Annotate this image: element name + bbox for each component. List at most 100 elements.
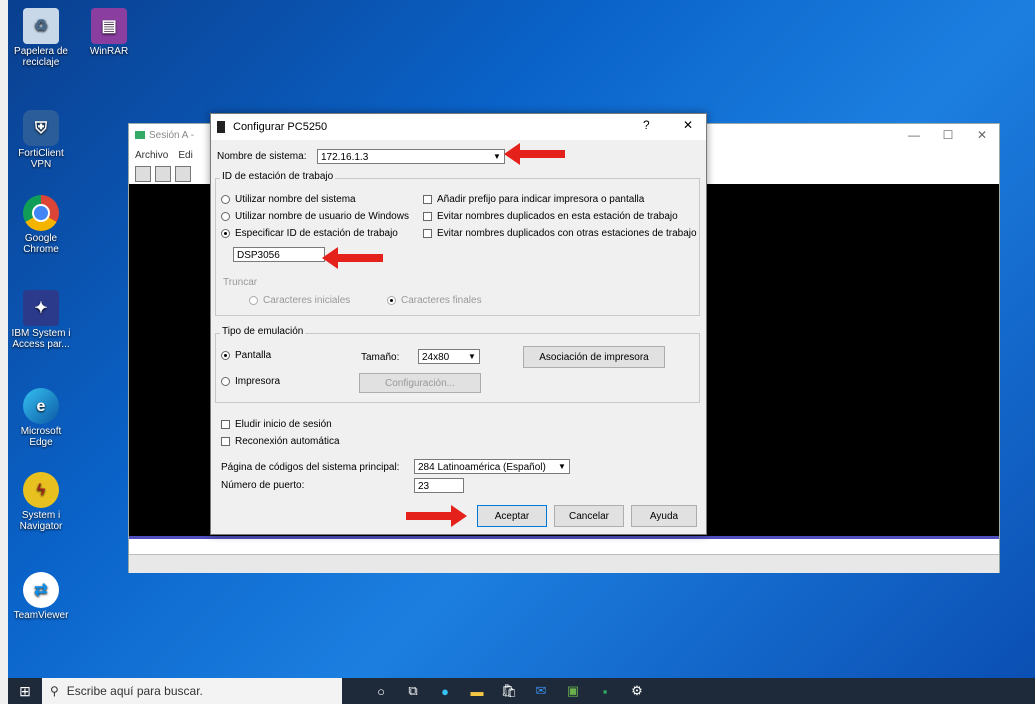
dialog-titlebar: Configurar PC5250 ? ✕ (211, 114, 706, 140)
radio-printer[interactable] (221, 377, 230, 386)
port-input[interactable]: 23 (414, 478, 464, 493)
codepage-combo[interactable]: 284 Latinoamérica (Español) ▼ (414, 459, 570, 474)
desktop-icon-label: WinRAR (89, 46, 129, 57)
size-label: Tamaño: (361, 352, 400, 363)
session-statusbar (129, 554, 999, 573)
desktop-icon-label: IBM System i Access par... (11, 328, 71, 350)
settings-icon[interactable]: ⚙ (628, 682, 646, 700)
desktop-icon-system-i-navigator[interactable]: ϟ System i Navigator (8, 472, 74, 532)
radio-specify-id[interactable] (221, 229, 230, 238)
configure-dialog: Configurar PC5250 ? ✕ Nombre de sistema:… (210, 113, 707, 535)
desktop-icon-label: Papelera de reciclaje (14, 46, 68, 68)
annotation-arrow-ok (406, 505, 467, 527)
forticlient-icon: ⛨ (23, 110, 59, 146)
printer-association-label: Asociación de impresora (539, 351, 649, 363)
close-icon[interactable]: ✕ (965, 124, 999, 146)
truncate-label: Truncar (223, 277, 258, 288)
minimize-icon[interactable]: — (897, 124, 931, 146)
radio-display-label: Pantalla (235, 350, 272, 361)
recycle-bin-icon: ♻ (23, 8, 59, 44)
desktop-icon-label: TeamViewer (13, 610, 69, 621)
terminal-status-line (129, 536, 999, 539)
check-avoid-duplicates-others[interactable] (423, 229, 432, 238)
radio-system-name[interactable] (221, 195, 230, 204)
teamviewer-icon: ⇄ (23, 572, 59, 608)
chrome-icon (23, 195, 59, 231)
toolbar-icon[interactable] (175, 166, 191, 182)
check-prefix-label: Añadir prefijo para indicar impresora o … (437, 194, 645, 205)
desktop-icon-label: System i Navigator (19, 510, 63, 532)
emulation-type-group-title: Tipo de emulación (220, 326, 306, 337)
search-icon: ⚲ (50, 684, 59, 698)
radio-display[interactable] (221, 351, 230, 360)
check-avoid-duplicates-this[interactable] (423, 212, 432, 221)
close-icon[interactable]: ✕ (683, 118, 693, 132)
toolbar-icon[interactable] (135, 166, 151, 182)
system-i-navigator-icon: ϟ (23, 472, 59, 508)
maximize-icon[interactable]: ☐ (931, 124, 965, 146)
desktop-icon-edge[interactable]: e Microsoft Edge (8, 388, 74, 448)
annotation-arrow-system-name (504, 143, 565, 165)
radio-truncate-final[interactable] (387, 296, 396, 305)
configuration-button[interactable]: Configuración... (359, 373, 481, 393)
check-auto-reconnect[interactable] (221, 437, 230, 446)
radio-windows-user[interactable] (221, 212, 230, 221)
system-name-label: Nombre de sistema: (217, 151, 307, 162)
pc5250-app-icon (217, 121, 225, 133)
desktop-icon-ibm-access[interactable]: ✦ IBM System i Access par... (8, 290, 74, 350)
mail-icon[interactable]: ✉ (532, 682, 550, 700)
session-title: Sesión A - (149, 129, 195, 141)
desktop-icon-winrar[interactable]: ▤ WinRAR (76, 8, 142, 57)
radio-truncate-final-label: Caracteres finales (401, 295, 482, 306)
cancel-button[interactable]: Cancelar (554, 505, 624, 527)
desktop-icon-label: FortiClient VPN (18, 148, 64, 170)
annotation-arrow-workstation-id (322, 247, 383, 269)
printer-association-button[interactable]: Asociación de impresora (523, 346, 665, 368)
menu-edit[interactable]: Edi (178, 150, 192, 161)
desktop-icon-recycle-bin[interactable]: ♻ Papelera de reciclaje (8, 8, 74, 68)
store-icon[interactable]: 🛍 (500, 682, 518, 700)
workstation-id-input[interactable]: DSP3056 (233, 247, 325, 262)
toolbar-icon[interactable] (155, 166, 171, 182)
photos-icon[interactable]: ▣ (564, 682, 582, 700)
ok-button[interactable]: Aceptar (477, 505, 547, 527)
check-auto-reconnect-label: Reconexión automática (235, 436, 340, 447)
workstation-id-value: DSP3056 (237, 250, 280, 261)
size-value: 24x80 (422, 352, 450, 363)
task-view-icon[interactable]: ⧉ (404, 682, 422, 700)
cancel-button-label: Cancelar (568, 510, 610, 522)
check-prefix[interactable] (423, 195, 432, 204)
pc5250-taskbar-icon[interactable]: ▪ (596, 682, 614, 700)
cortana-icon[interactable]: ○ (372, 682, 390, 700)
radio-specify-id-label: Especificar ID de estación de trabajo (235, 228, 398, 239)
help-button[interactable]: Ayuda (631, 505, 697, 527)
edge-taskbar-icon[interactable]: ● (436, 682, 454, 700)
desktop-icon-label: Google Chrome (23, 233, 59, 255)
radio-printer-label: Impresora (235, 376, 281, 387)
system-name-combo[interactable]: 172.16.1.3 ▼ (317, 149, 505, 164)
windows-start-icon[interactable]: ⊞ (8, 678, 42, 704)
file-explorer-icon[interactable]: ▬ (468, 682, 486, 700)
dialog-title: Configurar PC5250 (233, 121, 328, 133)
desktop-icon-chrome[interactable]: Google Chrome (8, 195, 74, 255)
size-combo[interactable]: 24x80 ▼ (418, 349, 480, 364)
chevron-down-icon[interactable]: ▼ (466, 351, 478, 362)
configuration-label: Configuración... (384, 377, 456, 389)
ok-button-label: Aceptar (494, 510, 530, 522)
check-avoid-duplicates-this-label: Evitar nombres duplicados en esta estaci… (437, 211, 678, 222)
chevron-down-icon[interactable]: ▼ (491, 151, 503, 162)
taskbar-search[interactable]: ⚲ Escribe aquí para buscar. (42, 678, 342, 704)
desktop-icon-forticlient[interactable]: ⛨ FortiClient VPN (8, 110, 74, 170)
taskbar: ⊞ ⚲ Escribe aquí para buscar. ○ ⧉ ● ▬ 🛍 … (8, 678, 1035, 704)
check-bypass-signon[interactable] (221, 420, 230, 429)
desktop-icon-teamviewer[interactable]: ⇄ TeamViewer (8, 572, 74, 621)
taskbar-pinned-apps: ○ ⧉ ● ▬ 🛍 ✉ ▣ ▪ ⚙ (372, 682, 646, 700)
check-bypass-signon-label: Eludir inicio de sesión (235, 419, 332, 430)
chevron-down-icon[interactable]: ▼ (556, 461, 568, 472)
menu-archivo[interactable]: Archivo (135, 150, 168, 161)
radio-system-name-label: Utilizar nombre del sistema (235, 194, 356, 205)
help-icon[interactable]: ? (643, 118, 650, 132)
workstation-id-group-title: ID de estación de trabajo (220, 171, 336, 182)
edge-icon: e (23, 388, 59, 424)
radio-truncate-initial[interactable] (249, 296, 258, 305)
